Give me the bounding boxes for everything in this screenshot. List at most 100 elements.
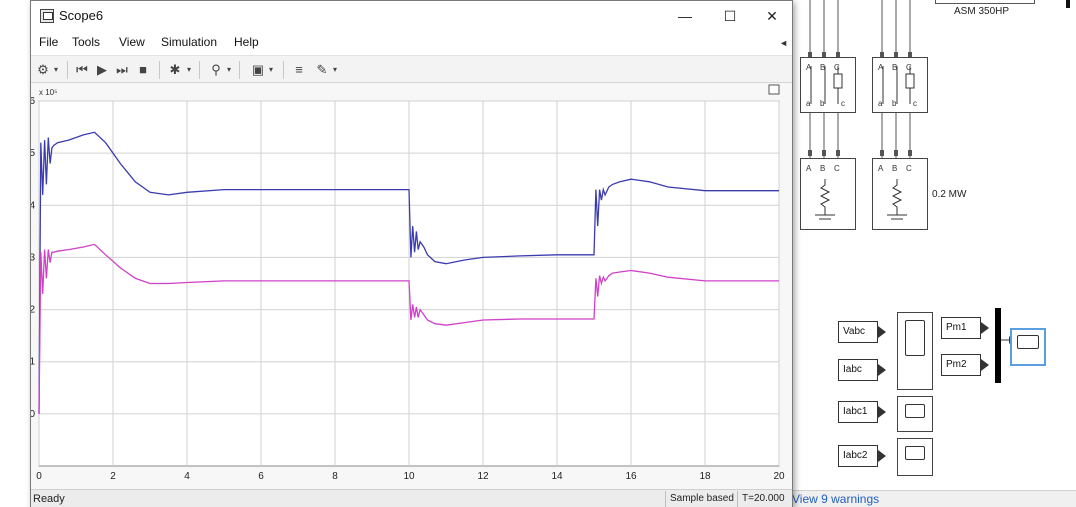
dock-icon[interactable]: ◄	[779, 38, 788, 48]
x-tick-label: 6	[258, 471, 264, 482]
style-icon[interactable]: ✎	[313, 61, 331, 79]
scope-screen	[905, 404, 925, 418]
step-forward-icon[interactable]: ⏭	[113, 61, 131, 79]
scope-screen	[1017, 335, 1039, 349]
toolbar: ⚙ ▾ ⏮ ▶ ⏭ ■ ✱ ▾ ⚲ ▾ ▣ ▾ ≡ ✎ ▾	[31, 55, 792, 83]
resistor-icon: A B C	[806, 164, 840, 220]
x-tick-label: 12	[477, 471, 489, 482]
scope-block-main[interactable]	[897, 312, 933, 390]
inport-iabc2[interactable]: Iabc2	[838, 445, 886, 467]
breaker-letter: A	[806, 63, 812, 72]
cursor-measure-icon[interactable]: ≡	[290, 61, 308, 79]
screen: ASM 350HP A B C a b c A B C a b c A B C …	[0, 0, 1076, 507]
scope-screen	[905, 320, 925, 356]
settings-dropdown-icon[interactable]: ▾	[54, 61, 62, 79]
scope-block-iabc1[interactable]	[897, 396, 933, 432]
breaker-block-2[interactable]: A B C a b c	[872, 57, 928, 113]
breaker-letter: C	[834, 63, 840, 72]
style-dropdown-icon[interactable]: ▾	[333, 61, 341, 79]
scope6-block[interactable]	[1010, 328, 1046, 366]
run-icon[interactable]: ▶	[93, 61, 111, 79]
x-tick-label: 2	[110, 471, 116, 482]
x-tick-label: 18	[699, 471, 711, 482]
svg-text:A: A	[878, 164, 884, 173]
inport-iabc[interactable]: Iabc	[838, 359, 886, 381]
status-ready: Ready	[33, 493, 65, 505]
maximize-button[interactable]: ☐	[707, 1, 753, 31]
x-tick-label: 0	[36, 471, 42, 482]
y-tick-label: 3	[31, 252, 35, 263]
breaker-letter: A	[878, 63, 884, 72]
fit-axes-dropdown-icon[interactable]: ▾	[269, 61, 277, 79]
highlight-dropdown-icon[interactable]: ▾	[187, 61, 195, 79]
load-block-2[interactable]: A B C	[872, 158, 928, 230]
menu-simulation[interactable]: Simulation	[161, 35, 217, 49]
x-tick-label: 16	[625, 471, 637, 482]
inport-pm2[interactable]: Pm2	[941, 354, 989, 376]
menu-view[interactable]: View	[119, 35, 145, 49]
x-tick-label: 8	[332, 471, 338, 482]
asm-label: ASM 350HP	[954, 6, 1010, 17]
asm-block[interactable]	[935, 0, 1035, 4]
menu-file[interactable]: File	[39, 35, 58, 49]
settings-icon[interactable]: ⚙	[34, 61, 52, 79]
status-bar: Ready Sample based T=20.000	[31, 489, 792, 507]
load-block-1[interactable]: A B C	[800, 158, 856, 230]
resistor-icon: A B C	[878, 164, 912, 220]
breaker-letter: a	[878, 99, 883, 108]
scope-app-icon	[40, 9, 54, 23]
scope-window[interactable]: Scope6 — ☐ ✕ File Tools View Simulation …	[30, 0, 793, 507]
toolbar-separator	[283, 61, 284, 79]
y-tick-label: 6	[31, 96, 35, 107]
toolbar-separator	[159, 61, 160, 79]
menu-tools[interactable]: Tools	[72, 35, 100, 49]
toolbar-separator	[67, 61, 68, 79]
y-exponent-label: x 10⁵	[39, 88, 57, 97]
fit-axes-icon[interactable]: ▣	[249, 61, 267, 79]
scope-plot[interactable]: 0 2 4 6 8 10 12 14 16 18 200123456x 10⁵	[31, 83, 792, 489]
inport-iabc1[interactable]: Iabc1	[838, 401, 886, 423]
toolbar-separator	[239, 61, 240, 79]
stop-icon[interactable]: ■	[134, 61, 152, 79]
title-bar[interactable]: Scope6 — ☐ ✕	[31, 1, 792, 31]
breaker-letter: a	[806, 99, 811, 108]
asm-port-bar	[1066, 0, 1070, 8]
y-tick-label: 0	[31, 409, 35, 420]
expand-legend-icon	[768, 84, 780, 95]
menu-bar: File Tools View Simulation Help ◄	[31, 31, 792, 55]
x-tick-label: 4	[184, 471, 190, 482]
y-tick-label: 4	[31, 200, 35, 211]
breaker-letter: b	[820, 99, 825, 108]
breaker-block-1[interactable]: A B C a b c	[800, 57, 856, 113]
breaker-letter: B	[892, 63, 897, 72]
load-label: 0.2 MW	[932, 189, 967, 200]
breaker-letter: B	[820, 63, 825, 72]
step-back-icon[interactable]: ⏮	[73, 61, 91, 79]
svg-text:C: C	[906, 164, 912, 173]
x-tick-label: 20	[773, 471, 785, 482]
warnings-link[interactable]: View 9 warnings	[790, 490, 1076, 507]
breaker-icon: A B C a b c	[878, 63, 917, 108]
toolbar-separator	[199, 61, 200, 79]
scope-block-iabc2[interactable]	[897, 438, 933, 476]
minimize-button[interactable]: —	[662, 1, 708, 31]
status-sample-mode: Sample based	[665, 491, 737, 507]
inport-vabc[interactable]: Vabc	[838, 321, 886, 343]
zoom-icon[interactable]: ⚲	[207, 61, 225, 79]
status-sim-time: T=20.000	[737, 491, 792, 507]
close-button[interactable]: ✕	[749, 1, 795, 31]
inport-pm1[interactable]: Pm1	[941, 317, 989, 339]
breaker-letter: c	[913, 99, 917, 108]
y-tick-label: 1	[31, 357, 35, 368]
svg-text:B: B	[892, 164, 897, 173]
breaker-letter: C	[906, 63, 912, 72]
mux-block[interactable]	[995, 308, 1001, 383]
menu-help[interactable]: Help	[234, 35, 259, 49]
plot-area[interactable]: 0 2 4 6 8 10 12 14 16 18 20 0 1 2 3 4 5 6 x 10⁵	[31, 83, 792, 489]
breaker-icon: A B C a b c	[806, 63, 845, 108]
highlight-icon[interactable]: ✱	[166, 61, 184, 79]
zoom-dropdown-icon[interactable]: ▾	[227, 61, 235, 79]
x-tick-label: 14	[551, 471, 563, 482]
y-tick-label: 2	[31, 305, 35, 316]
y-tick-label: 5	[31, 148, 35, 159]
